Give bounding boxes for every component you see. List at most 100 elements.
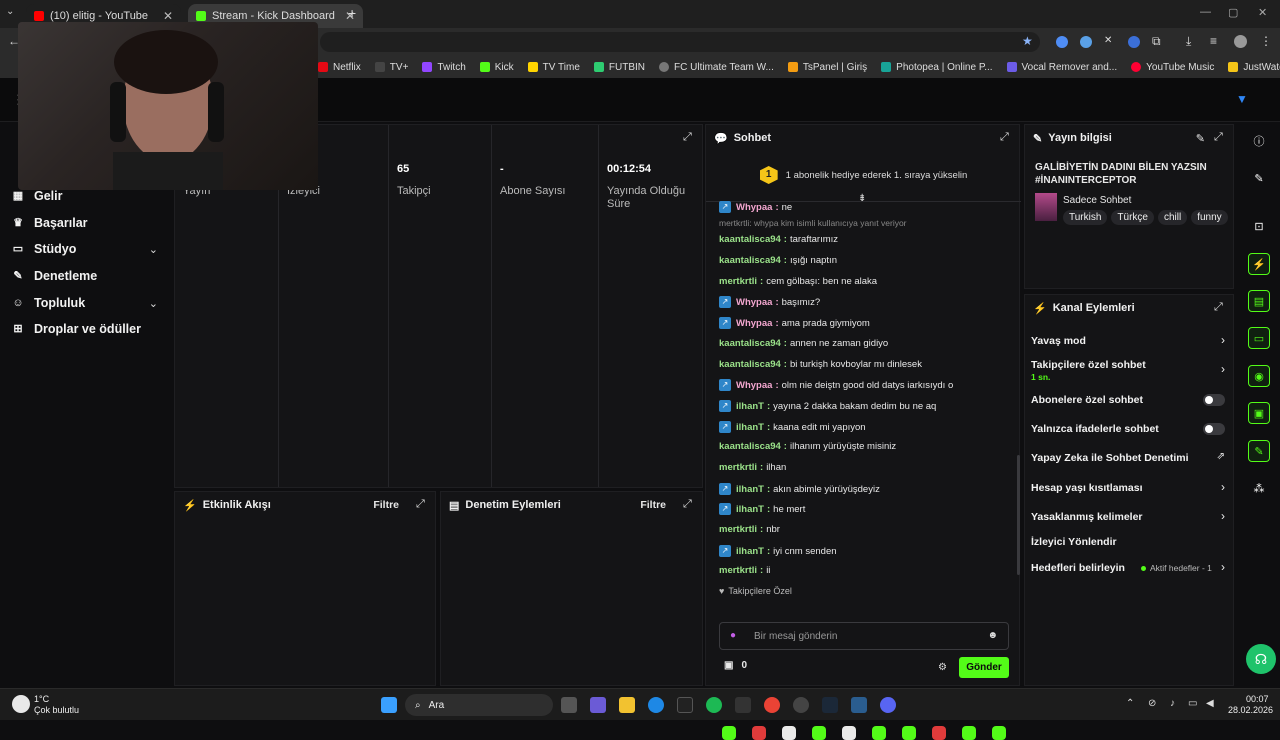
file-explorer-icon[interactable] bbox=[619, 697, 635, 713]
emotes-only-toggle[interactable] bbox=[1203, 423, 1225, 435]
bookmark[interactable]: Photopea | Online P... bbox=[881, 62, 993, 73]
expand-icon[interactable]: ⤢ bbox=[416, 499, 427, 510]
new-tab-button[interactable]: + bbox=[348, 5, 356, 21]
chat-message[interactable]: kaantalisca94: annen ne zaman gidiyo bbox=[719, 338, 888, 349]
taskbar-search[interactable]: ⌕ Ara bbox=[405, 694, 553, 716]
chevron-down-icon[interactable]: ⌄ bbox=[149, 243, 158, 256]
capture-icon[interactable]: ⊡ bbox=[1248, 215, 1270, 237]
chat-input[interactable]: ● Bir mesaj gönderin ☻ bbox=[719, 622, 1009, 650]
chat-icon[interactable]: ▭ bbox=[1248, 327, 1270, 349]
windows-start-icon[interactable] bbox=[381, 697, 397, 713]
chat-username[interactable]: Whypaa bbox=[736, 202, 772, 213]
chevron-down-icon[interactable]: ⌄ bbox=[149, 297, 158, 310]
tray-icon[interactable]: ⊘ bbox=[1148, 698, 1156, 709]
chat-username[interactable]: ilhanT bbox=[736, 484, 764, 495]
emote-icon[interactable] bbox=[722, 726, 736, 740]
chat-message[interactable]: mertkrtli: nbr bbox=[719, 524, 780, 535]
edit-icon[interactable]: ✎ bbox=[1196, 132, 1205, 145]
extension-icon[interactable] bbox=[1080, 36, 1092, 48]
filter-button[interactable]: Filtre bbox=[373, 499, 399, 511]
store-icon[interactable] bbox=[677, 697, 693, 713]
emote-icon[interactable] bbox=[992, 726, 1006, 740]
subscribers-only-toggle[interactable] bbox=[1203, 394, 1225, 406]
bookmark[interactable]: Netflix bbox=[318, 62, 361, 73]
filter-icon[interactable]: ▼ bbox=[1236, 92, 1248, 106]
clock-date[interactable]: 28.02.2026 bbox=[1228, 705, 1273, 715]
bookmark[interactable]: TsPanel | Giriş bbox=[787, 62, 867, 73]
chat-username[interactable]: kaantalisca94 bbox=[719, 255, 781, 266]
chat-message[interactable]: ↗ Whypaa: ne bbox=[719, 201, 792, 213]
emoji-icon[interactable]: ☻ bbox=[987, 630, 998, 641]
send-button[interactable]: Gönder bbox=[959, 657, 1009, 678]
app-icon[interactable] bbox=[851, 697, 867, 713]
sidebar-item-basarilar[interactable]: ♛ Başarılar bbox=[12, 216, 87, 230]
chat-username[interactable]: ilhanT bbox=[736, 504, 764, 515]
expand-icon[interactable]: ⤢ bbox=[683, 499, 694, 510]
chat-username[interactable]: Whypaa bbox=[736, 380, 772, 391]
chat-username[interactable]: kaantalisca94 bbox=[719, 234, 781, 245]
chat-message[interactable]: ↗ Whypaa: ama prada giymiyom bbox=[719, 317, 870, 329]
close-icon[interactable]: ✕ bbox=[163, 9, 173, 23]
bookmark[interactable]: TV Time bbox=[527, 62, 580, 73]
sidebar-item-topluluk[interactable]: ☺ Topluluk bbox=[12, 296, 85, 310]
widgets-icon[interactable] bbox=[590, 697, 606, 713]
maximize-icon[interactable]: ▢ bbox=[1228, 6, 1238, 19]
emote-icon[interactable] bbox=[932, 726, 946, 740]
action-subscribers-only[interactable]: Abonelere özel sohbet bbox=[1031, 394, 1227, 406]
chat-username[interactable]: mertkrtli bbox=[719, 565, 757, 576]
chat-username[interactable]: kaantalisca94 bbox=[719, 338, 781, 349]
wrench-icon[interactable]: ✎ bbox=[1248, 440, 1270, 462]
chat-username[interactable]: kaantalisca94 bbox=[719, 359, 781, 370]
expand-icon[interactable]: ⤢ bbox=[1000, 132, 1011, 143]
network-icon[interactable]: ▭ bbox=[1188, 698, 1197, 709]
chevron-right-icon[interactable]: › bbox=[1221, 560, 1225, 574]
download-icon[interactable]: ⤓ bbox=[1186, 34, 1191, 49]
close-window-icon[interactable]: ✕ bbox=[1258, 6, 1267, 19]
widgets-icon[interactable]: ⁂ bbox=[1248, 477, 1270, 499]
chat-message[interactable]: kaantalisca94: ilhanım yürüyüşte misiniz bbox=[719, 441, 896, 452]
task-view-icon[interactable] bbox=[561, 697, 577, 713]
action-banned-words[interactable]: Yasaklanmış kelimeler bbox=[1031, 511, 1227, 523]
sidebar-item-studyo[interactable]: ▭ Stüdyo bbox=[12, 242, 160, 256]
profile-avatar[interactable] bbox=[1234, 35, 1247, 48]
action-emotes-only[interactable]: Yalnızca ifadelerle sohbet bbox=[1031, 423, 1227, 435]
chrome-icon[interactable] bbox=[764, 697, 780, 713]
chat-message[interactable]: ↗ Whypaa: olm nie deiştn good old datys ia… bbox=[719, 379, 953, 391]
spotify-icon[interactable] bbox=[706, 697, 722, 713]
bookmark[interactable]: TV+ bbox=[374, 62, 408, 73]
emote-icon[interactable] bbox=[752, 726, 766, 740]
support-button[interactable]: ☊ bbox=[1246, 644, 1276, 674]
expand-icon[interactable]: ⤢ bbox=[1214, 132, 1225, 143]
chat-message[interactable]: ↗ Whypaa: başımız? bbox=[719, 296, 820, 308]
bookmark[interactable]: JustWatch - The Str... bbox=[1228, 62, 1280, 73]
chat-scrollbar[interactable] bbox=[1017, 455, 1020, 575]
emote-icon[interactable] bbox=[902, 726, 916, 740]
broadcast-icon[interactable]: ◉ bbox=[1248, 365, 1270, 387]
steam-icon[interactable] bbox=[822, 697, 838, 713]
settings-icon[interactable]: ⚙ bbox=[938, 662, 947, 673]
extension-icon[interactable]: ✕ bbox=[1104, 35, 1112, 46]
chat-username[interactable]: Whypaa bbox=[736, 318, 772, 329]
document-icon[interactable]: ▤ bbox=[1248, 290, 1270, 312]
chevron-right-icon[interactable]: › bbox=[1221, 509, 1225, 523]
chat-username[interactable]: mertkrtli bbox=[719, 276, 757, 287]
chat-username[interactable]: kaantalisca94 bbox=[719, 441, 781, 452]
emote-icon[interactable] bbox=[812, 726, 826, 740]
chat-message[interactable]: ↗ ilhanT: kaana edit mi yapıyon bbox=[719, 421, 866, 433]
bookmark[interactable]: FUTBIN bbox=[593, 62, 645, 73]
chat-message[interactable]: mertkrtli: ii bbox=[719, 565, 770, 576]
clock-time[interactable]: 00:07 bbox=[1246, 694, 1269, 704]
pinned-icon[interactable]: ⇟ bbox=[858, 193, 866, 204]
url-input[interactable] bbox=[320, 32, 1040, 52]
edit-icon[interactable]: ✎ bbox=[1248, 167, 1270, 189]
edge-icon[interactable] bbox=[648, 697, 664, 713]
chevron-right-icon[interactable]: › bbox=[1221, 333, 1225, 347]
chat-message[interactable]: ↗ ilhanT: yayına 2 dakka bakam dedim bu ne… bbox=[719, 400, 936, 412]
emote-icon[interactable] bbox=[962, 726, 976, 740]
microphone-icon[interactable]: ♪ bbox=[1170, 698, 1175, 709]
tab-search-icon[interactable]: ⌄ bbox=[6, 6, 14, 17]
extension-icon[interactable] bbox=[1056, 36, 1068, 48]
puzzle-icon[interactable]: ⧉ bbox=[1152, 34, 1161, 49]
emote-icon[interactable] bbox=[842, 726, 856, 740]
emote-icon[interactable] bbox=[782, 726, 796, 740]
